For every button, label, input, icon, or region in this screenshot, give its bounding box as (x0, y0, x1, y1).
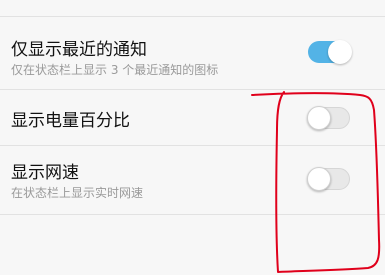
setting-title: 仅显示最近的通知 (11, 40, 147, 60)
setting-row-recent-notifications[interactable]: 仅显示最近的通知 仅在状态栏上显示 3 个最近通知的图标 (0, 17, 385, 89)
setting-row-network-speed[interactable]: 显示网速 在状态栏上显示实时网速 (0, 146, 385, 214)
toggle-switch-battery-percentage[interactable] (307, 106, 350, 130)
setting-subtitle: 在状态栏上显示实时网速 (11, 186, 144, 200)
switch-knob (328, 40, 352, 64)
setting-title: 显示电量百分比 (11, 111, 130, 131)
switch-knob (307, 167, 331, 191)
setting-subtitle: 仅在状态栏上显示 3 个最近通知的图标 (11, 63, 219, 77)
row-divider (0, 214, 385, 215)
toggle-switch-recent-notifications[interactable] (308, 40, 352, 64)
switch-knob (307, 106, 331, 130)
setting-title: 显示网速 (11, 163, 79, 183)
toggle-switch-network-speed[interactable] (307, 167, 350, 191)
setting-row-battery-percentage[interactable]: 显示电量百分比 (0, 90, 385, 145)
